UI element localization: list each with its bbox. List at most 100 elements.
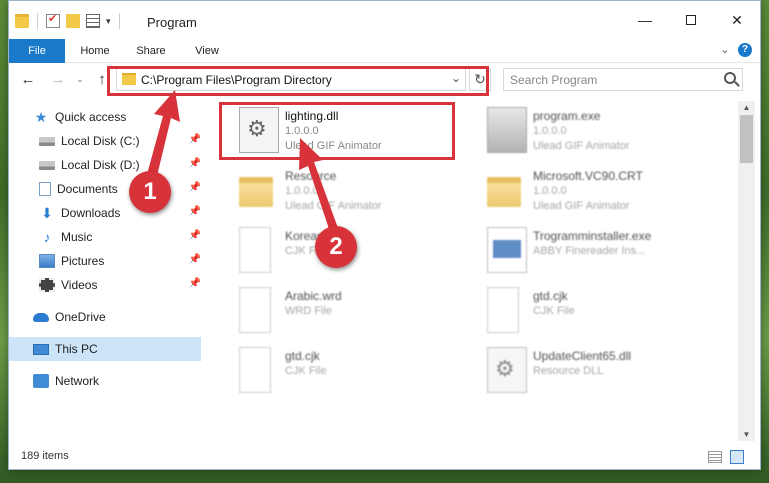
sidebar-item-documents[interactable]: Documents 📌 <box>9 177 201 201</box>
file-name: gtd.cjk <box>533 289 568 303</box>
pin-icon[interactable]: 📌 <box>189 278 201 289</box>
file-description: Ulead GIF Animator <box>285 200 382 212</box>
file-highlight-box <box>219 102 455 160</box>
downloads-icon: ⬇ <box>41 205 53 221</box>
pictures-icon <box>39 254 55 268</box>
file-version: 1.0.0.0 <box>533 125 567 137</box>
window-title: Program <box>147 15 197 30</box>
file-type: CJK File <box>533 305 575 317</box>
list-item[interactable]: gtd.cjk CJK File <box>477 283 727 339</box>
search-icon <box>724 72 736 84</box>
help-icon[interactable]: ? <box>738 43 752 57</box>
pin-icon[interactable]: 📌 <box>189 254 201 265</box>
sidebar-item-label: Music <box>61 230 93 244</box>
view-options-icon[interactable] <box>86 14 100 28</box>
step-1-callout: 1 <box>129 171 171 213</box>
list-item[interactable]: Microsoft.VC90.CRT 1.0.0.0 Ulead GIF Ani… <box>477 163 727 219</box>
music-icon: ♪ <box>43 229 51 245</box>
scroll-thumb[interactable] <box>740 115 753 163</box>
tab-view[interactable]: View <box>179 39 235 63</box>
sidebar-item-local-disk-c[interactable]: Local Disk (C:) 📌 <box>9 129 201 153</box>
search-input[interactable]: Search Program <box>503 68 743 91</box>
file-name: Resource <box>285 169 337 183</box>
list-item[interactable]: gtd.cjk CJK File <box>229 343 479 399</box>
sidebar-item-label: Documents <box>57 182 118 196</box>
close-button[interactable]: ✕ <box>714 1 760 39</box>
sidebar-item-label: Quick access <box>55 110 127 124</box>
tab-share[interactable]: Share <box>123 39 179 63</box>
file-icon <box>487 287 519 333</box>
status-bar: 189 items <box>9 445 760 469</box>
navigation-pane: ★ Quick access Local Disk (C:) 📌 Local D… <box>9 101 209 441</box>
disk-icon <box>39 160 55 170</box>
toolbar-divider <box>37 13 38 29</box>
file-type: ABBY Finereader Ins... <box>533 245 646 257</box>
file-type: CJK File <box>285 365 327 377</box>
minimize-button[interactable]: — <box>622 1 668 39</box>
details-view-icon[interactable] <box>708 451 722 463</box>
pin-icon[interactable]: 📌 <box>189 158 201 169</box>
address-highlight-box <box>107 66 489 96</box>
sidebar-item-onedrive[interactable]: OneDrive <box>9 305 201 329</box>
customize-toolbar-caret-icon[interactable]: ▾ <box>106 16 111 27</box>
sidebar-item-label: Pictures <box>61 254 105 268</box>
sidebar-item-this-pc[interactable]: This PC <box>9 337 201 361</box>
recent-locations-icon[interactable]: ⌄ <box>71 71 89 89</box>
sidebar-item-label: This PC <box>55 342 98 356</box>
file-icon <box>239 227 271 273</box>
tiles-view-icon[interactable] <box>730 450 744 464</box>
sidebar-item-pictures[interactable]: Pictures 📌 <box>9 249 201 273</box>
star-icon: ★ <box>34 109 48 125</box>
vertical-scrollbar[interactable]: ▲ ▼ <box>738 101 755 441</box>
documents-icon <box>39 182 51 196</box>
scroll-up-icon[interactable]: ▲ <box>738 103 755 112</box>
disk-icon <box>39 136 55 146</box>
exe-icon <box>487 107 527 153</box>
title-bar: ▾ Program — ✕ <box>9 1 760 39</box>
this-pc-icon <box>33 343 49 355</box>
file-name: gtd.cjk <box>285 349 320 363</box>
pin-icon[interactable]: 📌 <box>189 134 201 145</box>
sidebar-item-videos[interactable]: Videos 📌 <box>9 273 201 297</box>
tab-home[interactable]: Home <box>67 39 123 63</box>
sidebar-item-label: Videos <box>61 278 98 292</box>
list-item[interactable]: program.exe 1.0.0.0 Ulead GIF Animator <box>477 103 727 159</box>
sidebar-item-music[interactable]: ♪ Music 📌 <box>9 225 202 249</box>
list-item[interactable]: Arabic.wrd WRD File <box>229 283 479 339</box>
ribbon-tabs: File Home Share View ⌄ ? <box>9 39 760 63</box>
step-2-callout: 2 <box>315 226 357 268</box>
pin-icon[interactable]: 📌 <box>189 182 201 193</box>
tab-file[interactable]: File <box>9 39 65 63</box>
list-item[interactable]: UpdateClient65.dll Resource DLL <box>477 343 727 399</box>
network-icon <box>33 374 49 388</box>
dll-gear-icon <box>487 347 527 393</box>
sidebar-item-label: Local Disk (D:) <box>61 158 140 172</box>
pin-icon[interactable]: 📌 <box>189 206 201 217</box>
sidebar-item-network[interactable]: Network <box>9 369 201 393</box>
list-item[interactable]: Resource 1.0.0.0 Ulead GIF Animator <box>229 163 479 219</box>
maximize-button[interactable] <box>668 1 714 39</box>
expand-ribbon-icon[interactable]: ⌄ <box>718 43 732 57</box>
file-description: Ulead GIF Animator <box>533 140 630 152</box>
file-name: Arabic.wrd <box>285 289 342 303</box>
new-folder-icon[interactable] <box>66 14 80 28</box>
search-placeholder: Search Program <box>510 73 598 87</box>
scroll-down-icon[interactable]: ▼ <box>738 430 755 439</box>
file-version: 1.0.0.0 <box>533 185 567 197</box>
file-type: WRD File <box>285 305 333 317</box>
sidebar-item-label: Network <box>55 374 100 388</box>
quick-access-toolbar: ▾ <box>15 12 122 29</box>
properties-icon[interactable] <box>46 12 60 28</box>
file-description: Ulead GIF Animator <box>533 200 630 212</box>
maximize-icon <box>686 15 696 25</box>
forward-button[interactable]: → <box>49 71 67 89</box>
sidebar-item-downloads[interactable]: ⬇ Downloads 📌 <box>9 201 201 225</box>
sidebar-item-label: Local Disk (C:) <box>61 134 140 148</box>
back-button[interactable]: ← <box>19 71 37 89</box>
file-name: program.exe <box>533 109 601 123</box>
pin-icon[interactable]: 📌 <box>189 230 201 241</box>
sidebar-item-local-disk-d[interactable]: Local Disk (D:) 📌 <box>9 153 201 177</box>
sidebar-item-quick-access[interactable]: ★ Quick access <box>9 105 201 129</box>
folder-icon <box>239 177 273 207</box>
list-item[interactable]: Trogramminstaller.exe ABBY Finereader In… <box>477 223 727 279</box>
